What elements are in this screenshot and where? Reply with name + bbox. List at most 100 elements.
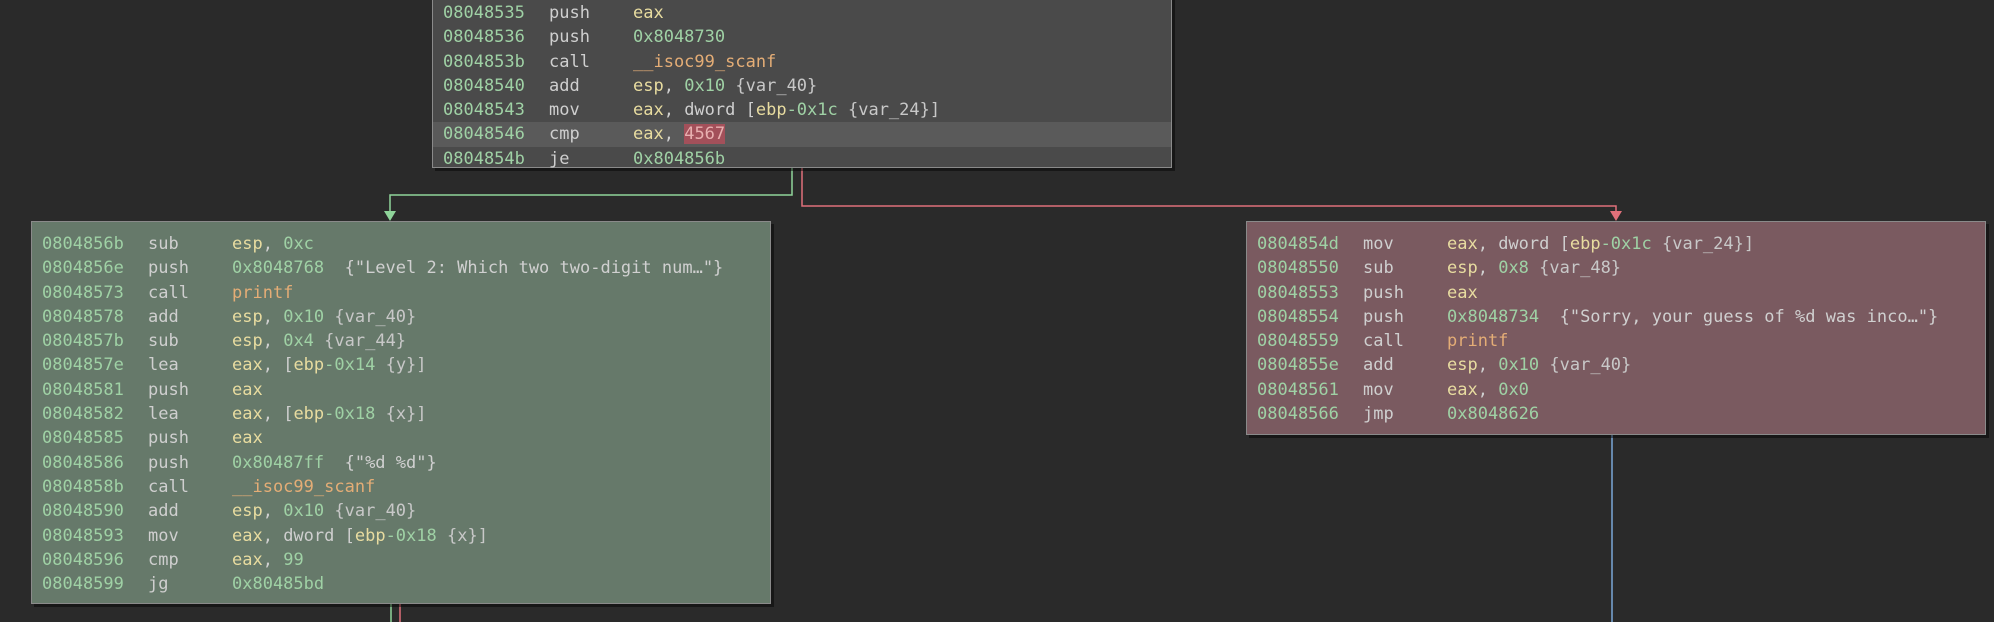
register-token[interactable]: ebp <box>355 526 386 546</box>
instruction-line[interactable]: 0804858b call __isoc99_scanf <box>32 475 770 499</box>
variable-token[interactable]: {var_40} <box>1539 355 1631 375</box>
graph-view[interactable]: 08048535 push eax 08048536 push 0x8048730 0804… <box>0 0 1994 622</box>
basic-block-top[interactable]: 08048535 push eax 08048536 push 0x8048730 0804… <box>432 0 1172 171</box>
instruction-line[interactable]: 08048554 push 0x8048734 {"Sorry, your gues… <box>1247 305 1985 329</box>
instruction-mnemonic[interactable]: push <box>148 451 189 475</box>
instruction-mnemonic[interactable]: mov <box>549 98 580 122</box>
instruction-line[interactable]: 0804855e add esp, 0x10 {var_40} <box>1247 353 1985 377</box>
register-token[interactable]: esp <box>232 331 263 351</box>
instruction-line[interactable]: 08048585 push eax <box>32 426 770 450</box>
variable-token[interactable]: {var_40} <box>324 307 416 327</box>
number-token[interactable]: 0x10 <box>684 76 725 96</box>
function-token[interactable]: __isoc99_scanf <box>633 52 776 72</box>
variable-token[interactable]: {var_24}] <box>1652 234 1754 254</box>
instruction-line[interactable]: 0804854b je 0x804856b <box>433 147 1171 171</box>
instruction-line[interactable]: 08048581 push eax <box>32 378 770 402</box>
instruction-mnemonic[interactable]: jmp <box>1363 402 1394 426</box>
variable-token[interactable]: {x}] <box>437 526 488 546</box>
instruction-line[interactable]: 08048561 mov eax, 0x0 <box>1247 378 1985 402</box>
instruction-address[interactable]: 08048554 <box>1257 305 1339 329</box>
register-token[interactable]: ebp <box>293 404 324 424</box>
variable-token[interactable]: {var_24}] <box>838 100 940 120</box>
instruction-mnemonic[interactable]: add <box>148 499 179 523</box>
instruction-line[interactable]: 08048593 mov eax, dword [ebp-0x18 {x}] <box>32 524 770 548</box>
instruction-address[interactable]: 08048566 <box>1257 402 1339 426</box>
instruction-mnemonic[interactable]: mov <box>1363 232 1394 256</box>
instruction-mnemonic[interactable]: mov <box>1363 378 1394 402</box>
number-token[interactable]: 0x8048626 <box>1447 404 1539 424</box>
instruction-address[interactable]: 08048586 <box>42 451 124 475</box>
instruction-address[interactable]: 08048573 <box>42 281 124 305</box>
instruction-address[interactable]: 0804857b <box>42 329 124 353</box>
instruction-line[interactable]: 08048573 call printf <box>32 281 770 305</box>
instruction-mnemonic[interactable]: add <box>549 74 580 98</box>
instruction-address[interactable]: 08048596 <box>42 548 124 572</box>
instruction-line[interactable]: 08048586 push 0x80487ff {"%d %d"} <box>32 451 770 475</box>
instruction-mnemonic[interactable]: sub <box>1363 256 1394 280</box>
instruction-address[interactable]: 0804857e <box>42 353 124 377</box>
register-token[interactable]: eax <box>232 404 263 424</box>
variable-token[interactable]: {var_44} <box>314 331 406 351</box>
number-token[interactable]: 0x10 <box>283 307 324 327</box>
number-token[interactable]: 0x8048768 <box>232 258 324 278</box>
number-token[interactable]: -0x1c <box>1601 234 1652 254</box>
instruction-address[interactable]: 0804855e <box>1257 353 1339 377</box>
instruction-line[interactable]: 0804854d mov eax, dword [ebp-0x1c {var_24}… <box>1247 232 1985 256</box>
register-token[interactable]: eax <box>232 526 263 546</box>
instruction-mnemonic[interactable]: push <box>148 426 189 450</box>
instruction-address[interactable]: 08048550 <box>1257 256 1339 280</box>
number-token[interactable]: -0x18 <box>324 404 375 424</box>
instruction-address[interactable]: 08048546 <box>443 122 525 146</box>
instruction-line[interactable]: 08048543 mov eax, dword [ebp-0x1c {var_24}… <box>433 98 1171 122</box>
number-token[interactable]: -0x18 <box>386 526 437 546</box>
instruction-mnemonic[interactable]: lea <box>148 402 179 426</box>
instruction-mnemonic[interactable]: push <box>1363 305 1404 329</box>
instruction-address[interactable]: 0804854b <box>443 147 525 171</box>
number-token[interactable]: 0x8 <box>1498 258 1529 278</box>
instruction-mnemonic[interactable]: cmp <box>549 122 580 146</box>
instruction-mnemonic[interactable]: add <box>148 305 179 329</box>
number-token[interactable]: 0x4 <box>283 331 314 351</box>
instruction-address[interactable]: 0804856b <box>42 232 124 256</box>
instruction-mnemonic[interactable]: push <box>148 378 189 402</box>
instruction-mnemonic[interactable]: lea <box>148 353 179 377</box>
register-token[interactable]: eax <box>1447 234 1478 254</box>
instruction-address[interactable]: 08048590 <box>42 499 124 523</box>
register-token[interactable]: eax <box>1447 380 1478 400</box>
variable-token[interactable]: {var_40} <box>725 76 817 96</box>
instruction-line[interactable]: 0804857e lea eax, [ebp-0x14 {y}] <box>32 353 770 377</box>
instruction-mnemonic[interactable]: push <box>549 25 590 49</box>
register-token[interactable]: eax <box>232 428 263 448</box>
instruction-address[interactable]: 0804854d <box>1257 232 1339 256</box>
basic-block-false-branch[interactable]: 0804854d mov eax, dword [ebp-0x1c {var_24}… <box>1246 221 1986 435</box>
instruction-address[interactable]: 08048540 <box>443 74 525 98</box>
register-token[interactable]: eax <box>633 100 664 120</box>
instruction-line[interactable]: 08048535 push eax <box>433 1 1171 25</box>
instruction-line[interactable]: 0804856b sub esp, 0xc <box>32 232 770 256</box>
instruction-address[interactable]: 08048535 <box>443 1 525 25</box>
register-token[interactable]: ebp <box>1570 234 1601 254</box>
variable-token[interactable]: {x}] <box>375 404 427 424</box>
instruction-line[interactable]: 08048566 jmp 0x8048626 <box>1247 402 1985 426</box>
instruction-mnemonic[interactable]: push <box>1363 281 1404 305</box>
number-token[interactable]: 0x804856b <box>633 149 725 169</box>
register-token[interactable]: eax <box>633 124 664 144</box>
instruction-address[interactable]: 08048593 <box>42 524 124 548</box>
instruction-address[interactable]: 08048561 <box>1257 378 1339 402</box>
number-token[interactable]: 0x0 <box>1498 380 1529 400</box>
register-token[interactable]: esp <box>232 234 263 254</box>
instruction-address[interactable]: 0804858b <box>42 475 124 499</box>
instruction-address[interactable]: 08048585 <box>42 426 124 450</box>
instruction-line[interactable]: 08048582 lea eax, [ebp-0x18 {x}] <box>32 402 770 426</box>
instruction-address[interactable]: 08048543 <box>443 98 525 122</box>
register-token[interactable]: eax <box>232 380 263 400</box>
instruction-address[interactable]: 08048581 <box>42 378 124 402</box>
variable-token[interactable]: {var_48} <box>1529 258 1621 278</box>
register-token[interactable]: eax <box>633 3 664 23</box>
instruction-mnemonic[interactable]: call <box>148 475 189 499</box>
function-token[interactable]: printf <box>1447 331 1508 351</box>
number-token[interactable]: 99 <box>283 550 303 570</box>
instruction-mnemonic[interactable]: mov <box>148 524 179 548</box>
number-token[interactable]: 0x8048730 <box>633 27 725 47</box>
instruction-mnemonic[interactable]: push <box>549 1 590 25</box>
